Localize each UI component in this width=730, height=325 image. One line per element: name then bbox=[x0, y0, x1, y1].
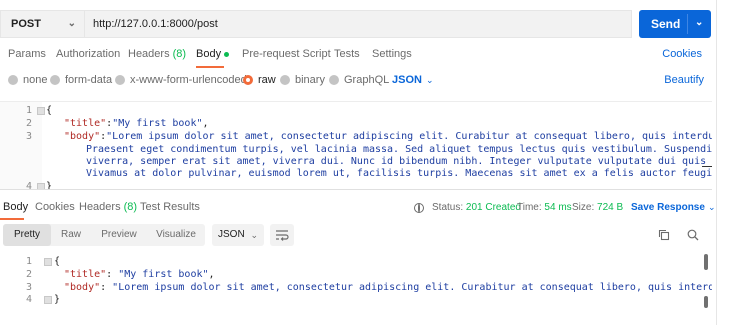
response-size: Size: 724 B bbox=[572, 202, 624, 213]
request-body-editor[interactable]: 1 2 3 4 { "title":"My first book", "body… bbox=[0, 101, 712, 190]
radio-circle-icon bbox=[329, 75, 339, 85]
tab-authorization[interactable]: Authorization bbox=[56, 48, 120, 60]
size-value: 724 B bbox=[597, 202, 624, 213]
response-status: Status: 201 Created bbox=[432, 202, 521, 213]
code-line-body: "body": "Lorem ipsum dolor sit amet, con… bbox=[64, 282, 712, 293]
mode-pretty[interactable]: Pretty bbox=[3, 224, 51, 246]
code-line-title: "title": "My first book", bbox=[64, 269, 215, 280]
response-tab-test-results[interactable]: Test Results bbox=[140, 201, 200, 213]
body-type-radios: none form-data x-www-form-urlencoded raw… bbox=[0, 74, 712, 90]
code-brace-open: { bbox=[54, 256, 61, 267]
vertical-scrollbar[interactable] bbox=[704, 254, 708, 270]
chevron-down-icon: ⌄ bbox=[707, 202, 716, 212]
response-time: Time: 54 ms bbox=[517, 202, 572, 213]
code-line-body-wrap: Praesent eget condimentum turpis, vel la… bbox=[86, 144, 712, 155]
chevron-down-icon: ⌄ bbox=[425, 75, 434, 85]
fold-icon[interactable] bbox=[44, 296, 52, 304]
radio-raw[interactable]: raw bbox=[243, 74, 276, 86]
response-format-label: JSON bbox=[218, 229, 245, 240]
method-select[interactable]: POST ⌄ bbox=[0, 10, 84, 38]
radio-circle-icon bbox=[50, 75, 60, 85]
tab-headers[interactable]: Headers (8) bbox=[128, 48, 186, 60]
code-line-body: "body":"Lorem ipsum dolor sit amet, cons… bbox=[64, 131, 712, 142]
save-response-button[interactable]: Save Response ⌄ bbox=[631, 202, 715, 213]
editor-scroll-marker bbox=[702, 166, 712, 167]
line-number: 3 bbox=[25, 282, 32, 293]
code-brace-open: { bbox=[46, 105, 53, 116]
mode-preview[interactable]: Preview bbox=[91, 224, 147, 246]
line-number: 3 bbox=[25, 131, 32, 142]
code-line-body-wrap: viverra, semper erat sit amet, viverra d… bbox=[86, 156, 712, 167]
globe-icon[interactable] bbox=[414, 203, 424, 213]
code-line-title: "title":"My first book", bbox=[64, 118, 209, 129]
right-border bbox=[716, 0, 717, 325]
tab-pre-request-script[interactable]: Pre-request Script bbox=[242, 48, 331, 60]
fold-icon[interactable] bbox=[37, 107, 45, 115]
radio-none[interactable]: none bbox=[8, 74, 47, 86]
search-icon[interactable] bbox=[687, 229, 699, 241]
url-input[interactable]: http://127.0.0.1:8000/post bbox=[84, 10, 632, 38]
send-divider bbox=[687, 14, 688, 34]
time-value: 54 ms bbox=[544, 202, 572, 213]
method-label: POST bbox=[11, 18, 41, 30]
active-tab-underline bbox=[196, 66, 224, 68]
radio-checked-icon bbox=[243, 75, 253, 85]
line-number: 2 bbox=[25, 269, 32, 280]
radio-binary[interactable]: binary bbox=[280, 74, 325, 86]
send-label: Send bbox=[651, 17, 681, 31]
radio-circle-icon bbox=[115, 75, 125, 85]
cookies-link[interactable]: Cookies bbox=[662, 48, 702, 60]
send-dropdown-chevron-icon[interactable]: ⌄ bbox=[695, 17, 703, 28]
scrollbar-thumb[interactable] bbox=[704, 296, 708, 308]
tab-settings[interactable]: Settings bbox=[372, 48, 412, 60]
response-tab-headers[interactable]: Headers (8) bbox=[79, 201, 137, 213]
chevron-down-icon: ⌄ bbox=[67, 18, 76, 29]
fold-icon[interactable] bbox=[44, 258, 52, 266]
response-tab-cookies[interactable]: Cookies bbox=[35, 201, 75, 213]
radio-graphql[interactable]: GraphQL bbox=[329, 74, 389, 86]
response-body-viewer[interactable]: 1 2 3 4 { "title": "My first book", "bod… bbox=[0, 254, 712, 325]
wrap-lines-icon bbox=[276, 230, 289, 241]
pane-divider[interactable] bbox=[0, 189, 712, 190]
radio-form-data[interactable]: form-data bbox=[50, 74, 112, 86]
line-number: 1 bbox=[25, 105, 32, 116]
wrap-lines-button[interactable] bbox=[270, 224, 294, 246]
tab-body[interactable]: Body bbox=[196, 48, 230, 60]
response-format-select[interactable]: JSON ⌄ bbox=[212, 224, 264, 246]
request-tabs: Params Authorization Headers (8) Body Pr… bbox=[0, 48, 712, 66]
tab-params[interactable]: Params bbox=[8, 48, 46, 60]
body-indicator-dot bbox=[224, 51, 230, 57]
tab-tests[interactable]: Tests bbox=[334, 48, 360, 60]
radio-circle-icon bbox=[8, 75, 18, 85]
chevron-down-icon: ⌄ bbox=[250, 230, 258, 240]
beautify-link[interactable]: Beautify bbox=[664, 74, 704, 86]
url-value: http://127.0.0.1:8000/post bbox=[93, 18, 218, 30]
radio-circle-icon bbox=[280, 75, 290, 85]
headers-count: (8) bbox=[172, 48, 187, 60]
code-brace-close: } bbox=[54, 294, 61, 305]
response-headers-count: (8) bbox=[123, 201, 138, 213]
code-line-body-wrap: Vivamus at dolor pulvinar, euismod lorem… bbox=[86, 168, 712, 179]
line-number: 4 bbox=[25, 294, 32, 305]
mode-visualize[interactable]: Visualize bbox=[147, 224, 205, 246]
active-response-tab-underline bbox=[0, 218, 24, 220]
line-number: 2 bbox=[25, 118, 32, 129]
mode-raw[interactable]: Raw bbox=[51, 224, 91, 246]
status-code: 201 Created bbox=[465, 202, 521, 213]
response-tab-body[interactable]: Body bbox=[3, 201, 28, 213]
view-mode-toggle: Pretty Raw Preview Visualize bbox=[3, 224, 205, 246]
line-number: 1 bbox=[25, 256, 32, 267]
send-button[interactable]: Send ⌄ bbox=[639, 10, 711, 38]
copy-icon[interactable] bbox=[658, 229, 670, 241]
body-format-select[interactable]: JSON ⌄ bbox=[392, 74, 434, 86]
radio-x-www-form-urlencoded[interactable]: x-www-form-urlencoded bbox=[115, 74, 247, 86]
